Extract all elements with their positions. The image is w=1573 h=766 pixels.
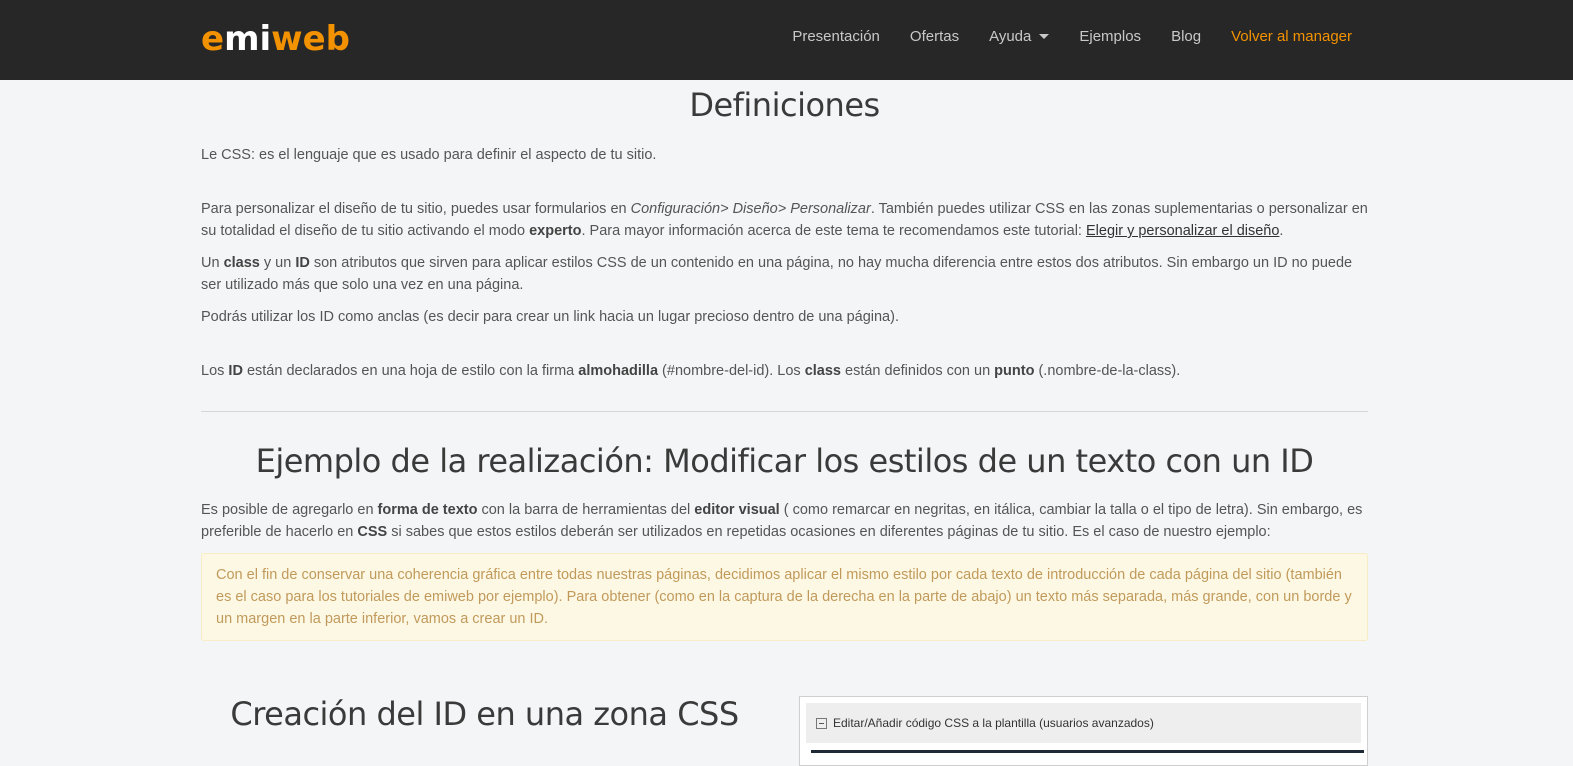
definiciones-p2: Para personalizar el diseño de tu sitio,… [201,198,1368,242]
text-span: Un [201,255,224,271]
section-divider [201,411,1368,412]
ejemplo-title: Ejemplo de la realización: Modificar los… [255,442,1314,480]
nav-ayuda[interactable]: Ayuda [989,28,1050,45]
bold-id: ID [295,255,310,271]
nav-presentacion[interactable]: Presentación [792,28,880,45]
emiweb-logo[interactable]: emiweb [201,19,350,59]
definiciones-p4: Podrás utilizar los ID como anclas (es d… [201,306,1368,328]
def-paragraph-4: Podrás utilizar los ID como anclas (es d… [201,309,899,325]
text-span: están declarados en una hoja de estilo c… [242,363,579,379]
bold-almohadilla: almohadilla [578,363,659,379]
nav-blog[interactable]: Blog [1171,28,1201,45]
info-alert: Con el fin de conservar una coherencia g… [201,553,1368,641]
nav-ayuda-label: Ayuda [989,28,1032,45]
css-editor-label: Editar/Añadir código CSS a la plantilla … [833,716,1154,730]
def-paragraph-5: Los ID están declarados en una hoja de e… [201,360,1368,382]
text-span: . Para mayor información acerca de este … [581,223,1086,239]
bold-id: ID [228,363,243,379]
bold-punto: punto [994,363,1035,379]
bold-class: class [804,363,841,379]
css-editor-screenshot: Editar/Añadir código CSS a la plantilla … [799,696,1368,766]
ejemplo-section: Ejemplo de la realización: Modificar los… [201,442,1368,480]
bold-class: class [223,255,260,271]
text-span: Para personalizar el diseño de tu sitio,… [201,201,631,217]
nav-ejemplos[interactable]: Ejemplos [1079,28,1141,45]
collapse-icon[interactable] [816,717,827,729]
text-span: . [1279,223,1284,239]
def-paragraph-1: Le CSS: es el lenguaje que es usado para… [201,147,657,163]
tutorial-link[interactable]: Elegir y personalizar el diseño [1086,223,1279,239]
definiciones-p5: Los ID están declarados en una hoja de e… [201,360,1368,382]
text-span: son atributos que sirven para aplicar es… [201,255,1353,293]
alert-text: Con el fin de conservar una coherencia g… [216,567,1352,627]
text-span: (#nombre-del-id). Los [658,363,805,379]
bold-css: CSS [357,524,388,540]
ejemplo-p1: Es posible de agregarlo en forma de text… [201,499,1368,543]
text-span: y un [259,255,296,271]
nav-ofertas[interactable]: Ofertas [910,28,959,45]
bold-experto: experto [529,223,582,239]
text-span: Los [201,363,229,379]
logo-part-mi: mi [224,19,272,59]
top-navbar: emiweb Presentación Ofertas Ayuda Ejempl… [0,0,1573,80]
definiciones-section: Definiciones [201,86,1368,124]
config-path: Configuración> Diseño> Personalizar [630,201,871,217]
text-span: si sabes que estos estilos deberán ser u… [387,524,1271,540]
ejemplo-paragraph: Es posible de agregarlo en forma de text… [201,499,1368,543]
logo-part-e: e [201,19,225,59]
main-nav: Presentación Ofertas Ayuda Ejemplos Blog… [762,28,1352,45]
definiciones-title: Definiciones [689,86,880,124]
logo-part-web: web [271,19,350,59]
editor-toolbar-edge [811,750,1364,753]
text-span: (.nombre-de-la-class). [1034,363,1181,379]
def-paragraph-2: Para personalizar el diseño de tu sitio,… [201,198,1368,242]
css-editor-header[interactable]: Editar/Añadir código CSS a la plantilla … [806,703,1361,743]
definiciones-p1: Le CSS: es el lenguaje que es usado para… [201,144,1368,166]
nav-volver-manager[interactable]: Volver al manager [1231,28,1352,45]
text-span: Es posible de agregarlo en [201,502,378,518]
bold-editor-visual: editor visual [694,502,780,518]
text-span: están definidos con un [841,363,995,379]
creacion-title: Creación del ID en una zona CSS [230,695,739,733]
def-paragraph-3: Un class y un ID son atributos que sirve… [201,252,1368,296]
bold-forma-texto: forma de texto [377,502,478,518]
definiciones-p3: Un class y un ID son atributos que sirve… [201,252,1368,296]
creacion-section: Creación del ID en una zona CSS [201,695,768,733]
text-span: con la barra de herramientas del [477,502,695,518]
caret-down-icon [1039,34,1050,39]
